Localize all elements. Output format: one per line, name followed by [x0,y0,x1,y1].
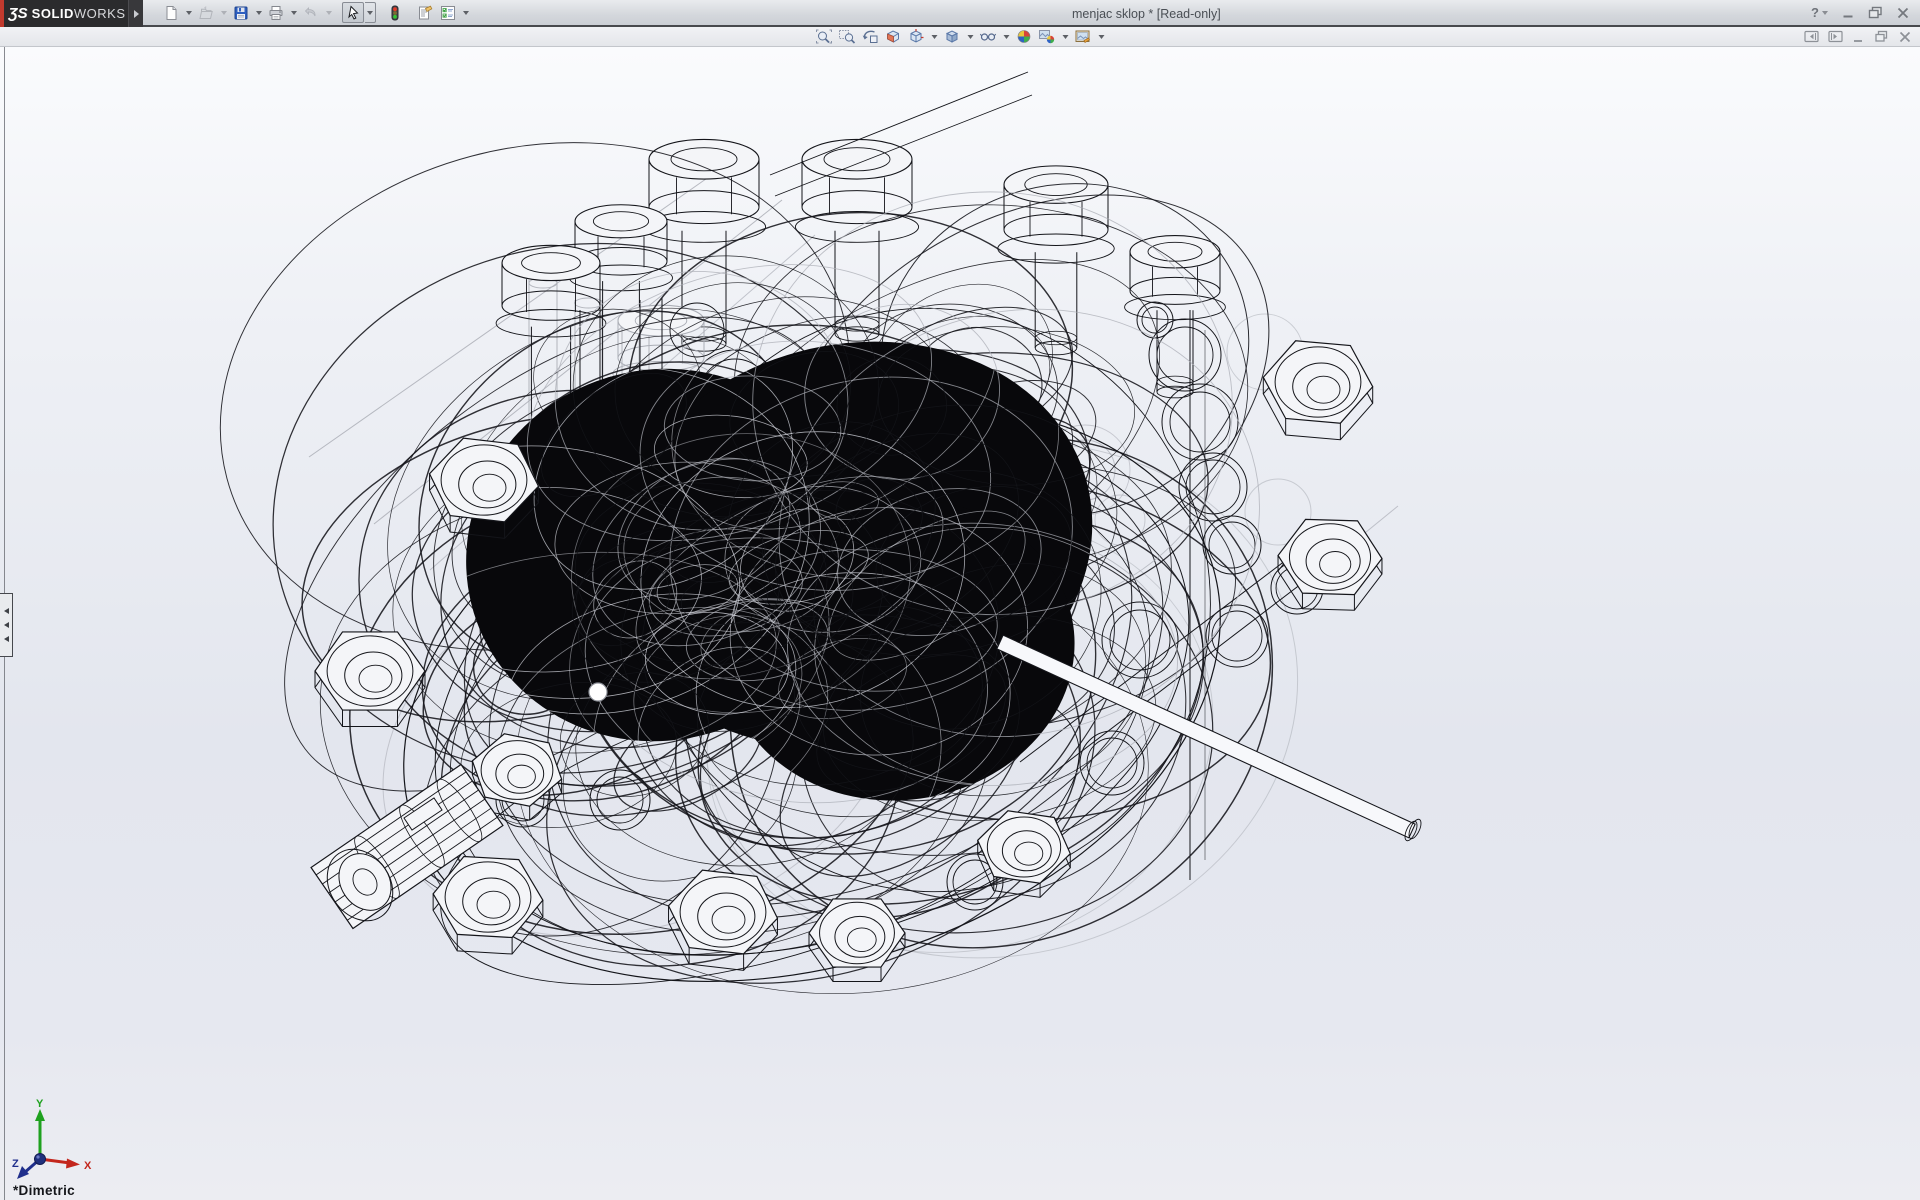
view-settings-dropdown[interactable] [1096,26,1107,47]
svg-text:X: X [84,1160,92,1172]
apply-scene-icon [1039,29,1056,44]
apply-scene-dropdown[interactable] [1060,26,1071,47]
triad-y-axis: Y [35,1098,45,1159]
view-toolbar-row [0,27,1920,47]
flyout-arrow-icon [134,10,139,18]
orientation-triad: Y X Z [4,1097,114,1183]
help-button[interactable]: ? [1811,5,1828,20]
new-document-button[interactable] [160,2,182,23]
undo-dropdown[interactable] [323,2,334,23]
document-minimize-icon [1852,31,1865,43]
display-style-icon [944,29,961,44]
graphics-area[interactable]: Y X Z *Dimetric [0,47,1920,1200]
display-style-button[interactable] [942,28,963,46]
document-window-controls [1804,27,1912,46]
options-dropdown[interactable] [460,2,471,23]
select-cursor-icon [345,5,361,21]
headsup-view-toolbar [814,27,1107,46]
triad-x-axis: X [40,1159,92,1173]
view-settings-icon [1075,29,1092,44]
restore-button[interactable] [1868,6,1883,19]
document-minimize-button[interactable] [1852,31,1865,43]
collapse-arrow-icon [4,608,9,614]
restore-icon [1868,6,1883,19]
help-dropdown-icon [1822,11,1828,15]
zoom-to-area-icon [839,29,856,44]
print-icon [268,5,284,21]
collapse-arrow-icon [4,622,9,628]
menu-flyout-button[interactable] [128,0,143,27]
toggle-left-pane-icon [1804,30,1819,43]
brand-name-light: WORKS [74,6,126,21]
rebuild-traffic-light-icon [387,5,403,21]
hide-show-items-icon [980,29,997,44]
previous-view-icon [862,29,879,44]
accent-strip [0,0,4,27]
minimize-button[interactable] [1841,7,1855,19]
document-close-button[interactable] [1898,31,1912,43]
minimize-icon [1841,7,1855,19]
help-icon: ? [1811,5,1819,20]
edit-appearance-button[interactable] [1014,28,1035,46]
zoom-to-area-button[interactable] [837,28,858,46]
view-orientation-icon [908,29,925,44]
new-document-dropdown[interactable] [183,2,194,23]
print-dropdown[interactable] [288,2,299,23]
close-button[interactable] [1896,7,1910,19]
toggle-left-pane-button[interactable] [1804,30,1819,43]
save-icon [233,5,249,21]
view-orientation-button[interactable] [906,28,927,46]
orientation-label: *Dimetric [13,1183,75,1198]
titlebar-controls: ? [1811,0,1910,25]
save-button[interactable] [230,2,252,23]
zoom-to-fit-icon [816,29,833,44]
solidworks-logo: ƷS SOLIDWORKS [0,0,128,27]
section-view-icon [885,29,902,44]
edit-appearance-icon [1016,29,1033,44]
new-document-icon [163,5,179,21]
document-close-icon [1898,31,1912,43]
view-settings-button[interactable] [1073,28,1094,46]
standard-toolbar [160,2,471,23]
document-title: menjac sklop * [Read-only] [1072,7,1221,21]
brand-mark: ƷS [8,5,27,22]
section-view-button[interactable] [883,28,904,46]
view-orientation-dropdown[interactable] [929,26,940,47]
triad-z-axis: Z [12,1154,46,1180]
hide-show-items-dropdown[interactable] [1001,26,1012,47]
select-cursor-dropdown[interactable] [365,2,376,23]
rebuild-button[interactable] [384,2,406,23]
open-button[interactable] [195,2,217,23]
undo-icon [303,5,319,21]
display-style-dropdown[interactable] [965,26,976,47]
document-restore-button[interactable] [1874,30,1889,43]
select-cursor-button[interactable] [342,2,364,23]
apply-scene-button[interactable] [1037,28,1058,46]
close-icon [1896,7,1910,19]
options-icon [440,5,456,21]
options-button[interactable] [437,2,459,23]
toggle-right-pane-icon [1828,30,1843,43]
titlebar: ƷS SOLIDWORKS [0,0,1920,27]
wireframe-model [0,47,1920,1200]
svg-text:Y: Y [36,1098,44,1110]
file-properties-button[interactable] [414,2,436,23]
print-button[interactable] [265,2,287,23]
file-properties-icon [417,5,433,21]
svg-text:Z: Z [12,1158,19,1170]
save-dropdown[interactable] [253,2,264,23]
open-dropdown[interactable] [218,2,229,23]
toggle-right-pane-button[interactable] [1828,30,1843,43]
document-restore-icon [1874,30,1889,43]
undo-button[interactable] [300,2,322,23]
hide-show-items-button[interactable] [978,28,999,46]
collapse-arrow-icon [4,636,9,642]
zoom-to-fit-button[interactable] [814,28,835,46]
brand-name-bold: SOLID [32,6,74,21]
open-icon [198,5,214,21]
featuremanager-collapsed-tab[interactable] [0,593,13,657]
previous-view-button[interactable] [860,28,881,46]
